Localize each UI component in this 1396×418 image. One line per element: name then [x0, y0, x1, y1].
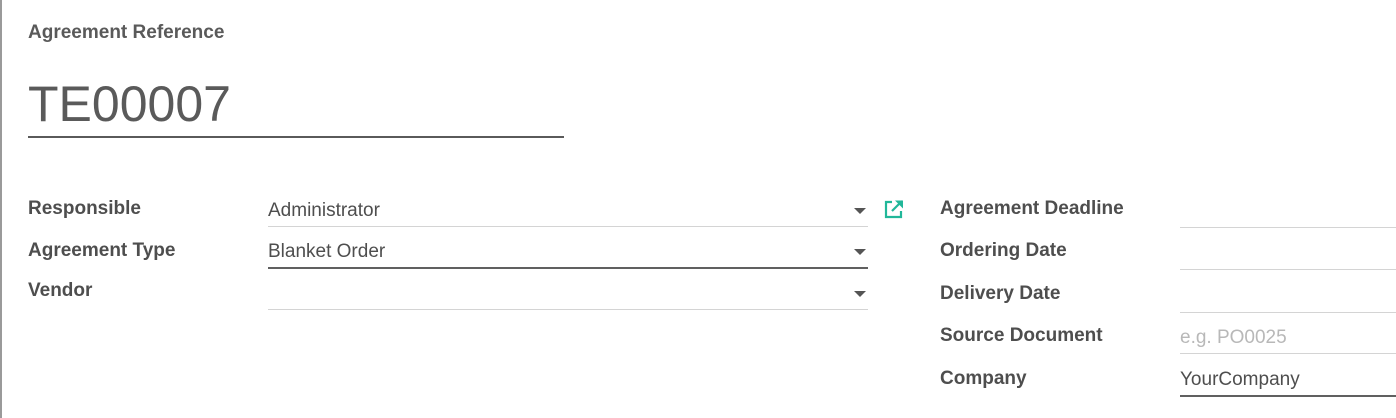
- vendor-field[interactable]: [268, 279, 868, 310]
- company-label: Company: [940, 368, 1027, 389]
- company-field[interactable]: YourCompany: [1180, 365, 1396, 397]
- vendor-label: Vendor: [28, 280, 93, 301]
- sheet-left-border: [0, 0, 2, 418]
- company-value: YourCompany: [1180, 369, 1300, 390]
- ordering-date-input[interactable]: [1180, 239, 1396, 270]
- delivery-date-label: Delivery Date: [940, 283, 1061, 304]
- external-link-icon[interactable]: [882, 198, 906, 220]
- source-document-input[interactable]: e.g. PO0025: [1180, 323, 1396, 354]
- responsible-label: Responsible: [28, 198, 141, 219]
- agreement-reference-input[interactable]: TE00007: [28, 74, 564, 138]
- source-document-label: Source Document: [940, 325, 1103, 346]
- chevron-down-icon[interactable]: [854, 291, 866, 297]
- agreement-deadline-label: Agreement Deadline: [940, 198, 1124, 219]
- agreement-reference-label: Agreement Reference: [28, 22, 225, 43]
- ordering-date-label: Ordering Date: [940, 240, 1067, 261]
- source-document-placeholder: e.g. PO0025: [1180, 327, 1287, 348]
- delivery-date-input[interactable]: [1180, 282, 1396, 313]
- agreement-type-field[interactable]: Blanket Order: [268, 237, 868, 269]
- agreement-deadline-input[interactable]: [1180, 197, 1396, 228]
- chevron-down-icon[interactable]: [854, 208, 866, 214]
- responsible-field[interactable]: Administrator: [268, 196, 868, 227]
- chevron-down-icon[interactable]: [854, 249, 866, 255]
- agreement-type-label: Agreement Type: [28, 240, 176, 261]
- agreement-type-value: Blanket Order: [268, 241, 386, 262]
- responsible-value: Administrator: [268, 200, 380, 221]
